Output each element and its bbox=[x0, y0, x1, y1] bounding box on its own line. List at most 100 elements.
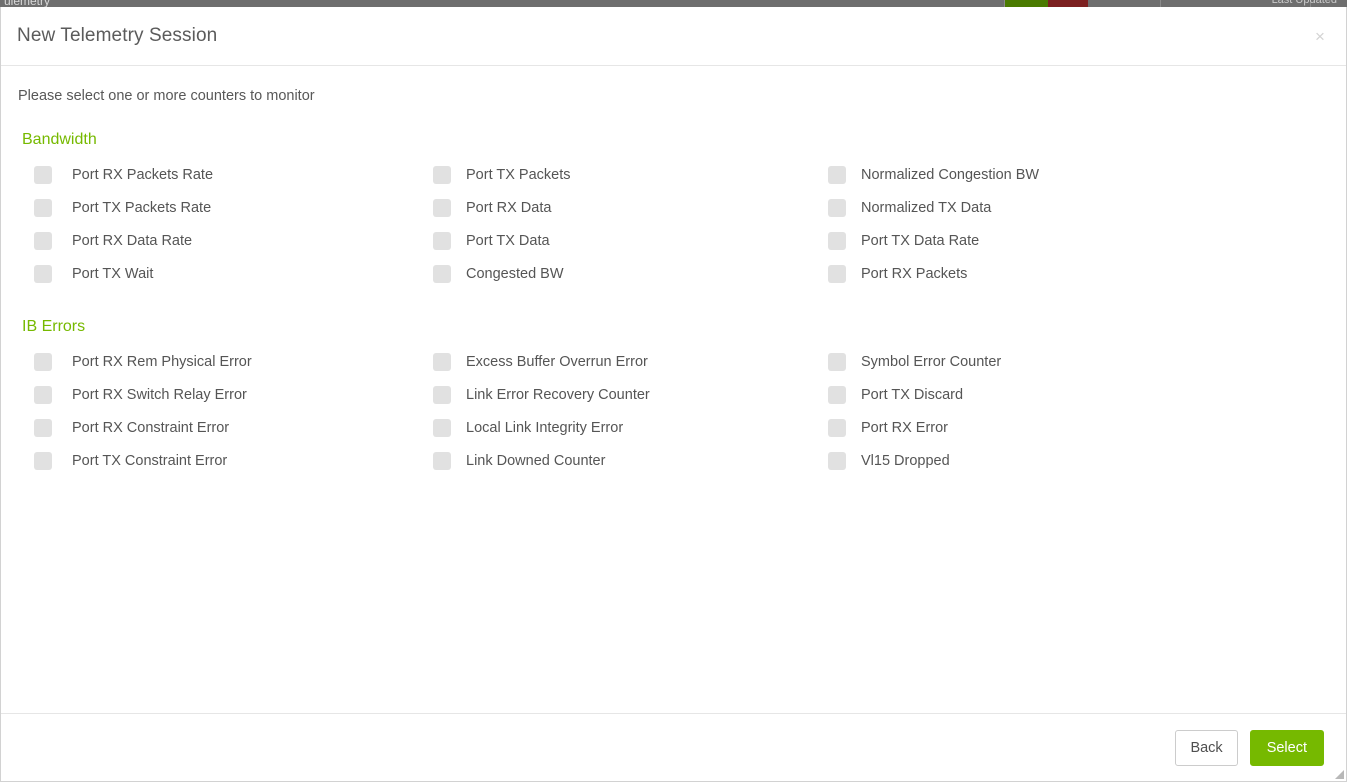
checkbox-icon[interactable] bbox=[34, 419, 52, 437]
counter-checkbox-item[interactable]: Port RX Switch Relay Error bbox=[17, 378, 421, 411]
dialog-header: New Telemetry Session × bbox=[1, 7, 1346, 66]
counter-section: IB ErrorsPort RX Rem Physical ErrorPort … bbox=[17, 318, 1330, 477]
counter-label: Port TX Data Rate bbox=[861, 233, 979, 249]
counter-column: Symbol Error Counter Port TX Discard Port … bbox=[816, 345, 1330, 477]
checkbox-icon[interactable] bbox=[828, 353, 846, 371]
checkbox-icon[interactable] bbox=[828, 419, 846, 437]
counter-label: Port RX Packets Rate bbox=[72, 167, 213, 183]
background-chart-bar-green bbox=[1004, 0, 1048, 7]
checkbox-icon[interactable] bbox=[828, 232, 846, 250]
checkbox-icon[interactable] bbox=[34, 386, 52, 404]
counter-section: Bandwidth Port RX Packets Rate Port TX Pac… bbox=[17, 131, 1330, 290]
counter-label: Excess Buffer Overrun Error bbox=[466, 354, 648, 370]
counter-checkbox-item[interactable]: Port TX Packets bbox=[421, 158, 816, 191]
checkbox-icon[interactable] bbox=[34, 232, 52, 250]
counter-checkbox-item[interactable]: Port RX Packets Rate bbox=[17, 158, 421, 191]
counter-grid: Port RX Rem Physical Error Port RX Switch… bbox=[17, 345, 1330, 477]
counter-label: Port TX Discard bbox=[861, 387, 963, 403]
counter-checkbox-item[interactable]: Port RX Rem Physical Error bbox=[17, 345, 421, 378]
checkbox-icon[interactable] bbox=[34, 166, 52, 184]
checkbox-icon[interactable] bbox=[828, 166, 846, 184]
counter-checkbox-item[interactable]: Port RX Packets bbox=[816, 257, 1330, 290]
counter-checkbox-item[interactable]: Port TX Data bbox=[421, 224, 816, 257]
counter-label: Port RX Error bbox=[861, 420, 948, 436]
counter-checkbox-item[interactable]: Port TX Wait bbox=[17, 257, 421, 290]
close-icon[interactable]: × bbox=[1309, 25, 1331, 47]
counter-column: Port TX Packets Port RX Data Port TX Data C… bbox=[421, 158, 816, 290]
checkbox-icon[interactable] bbox=[828, 199, 846, 217]
checkbox-icon[interactable] bbox=[34, 265, 52, 283]
checkbox-icon[interactable] bbox=[433, 353, 451, 371]
counter-checkbox-item[interactable]: Normalized TX Data bbox=[816, 191, 1330, 224]
checkbox-icon[interactable] bbox=[34, 353, 52, 371]
section-title: Bandwidth bbox=[17, 131, 1330, 149]
counter-label: Port TX Packets bbox=[466, 167, 571, 183]
counter-checkbox-item[interactable]: Port TX Packets Rate bbox=[17, 191, 421, 224]
counter-label: Port RX Constraint Error bbox=[72, 420, 229, 436]
checkbox-icon[interactable] bbox=[828, 386, 846, 404]
instruction-text: Please select one or more counters to mo… bbox=[17, 88, 1330, 104]
counter-grid: Port RX Packets Rate Port TX Packets Rate… bbox=[17, 158, 1330, 290]
checkbox-icon[interactable] bbox=[828, 452, 846, 470]
counter-column: Normalized Congestion BW Normalized TX Da… bbox=[816, 158, 1330, 290]
counter-label: Port RX Data Rate bbox=[72, 233, 192, 249]
new-telemetry-session-dialog: New Telemetry Session × Please select on… bbox=[0, 7, 1347, 782]
counter-checkbox-item[interactable]: Port RX Data bbox=[421, 191, 816, 224]
counter-checkbox-item[interactable]: Local Link Integrity Error bbox=[421, 411, 816, 444]
dialog-title: New Telemetry Session bbox=[1, 25, 217, 47]
checkbox-icon[interactable] bbox=[433, 419, 451, 437]
counter-checkbox-item[interactable]: Link Error Recovery Counter bbox=[421, 378, 816, 411]
counter-label: Port RX Switch Relay Error bbox=[72, 387, 247, 403]
select-button[interactable]: Select bbox=[1250, 730, 1324, 766]
checkbox-icon[interactable] bbox=[433, 452, 451, 470]
checkbox-icon[interactable] bbox=[433, 199, 451, 217]
background-right-label: Last Updated bbox=[1272, 0, 1337, 6]
checkbox-icon[interactable] bbox=[34, 452, 52, 470]
section-title: IB Errors bbox=[17, 318, 1330, 336]
background-left-label: ulemetry bbox=[4, 0, 50, 7]
counter-checkbox-item[interactable]: Normalized Congestion BW bbox=[816, 158, 1330, 191]
background-chart-bar-red bbox=[1048, 0, 1088, 7]
counter-label: Link Error Recovery Counter bbox=[466, 387, 650, 403]
back-button[interactable]: Back bbox=[1175, 730, 1237, 766]
counter-label: Port RX Rem Physical Error bbox=[72, 354, 252, 370]
counter-label: Normalized Congestion BW bbox=[861, 167, 1039, 183]
checkbox-icon[interactable] bbox=[828, 265, 846, 283]
counter-label: Port RX Packets bbox=[861, 266, 967, 282]
counter-label: Port TX Wait bbox=[72, 266, 153, 282]
checkbox-icon[interactable] bbox=[433, 232, 451, 250]
counter-label: Port TX Data bbox=[466, 233, 550, 249]
background-divider bbox=[1004, 0, 1005, 7]
counter-checkbox-item[interactable]: Symbol Error Counter bbox=[816, 345, 1330, 378]
counter-checkbox-item[interactable]: Port RX Constraint Error bbox=[17, 411, 421, 444]
counter-column: Excess Buffer Overrun Error Link Error Re… bbox=[421, 345, 816, 477]
counter-label: Symbol Error Counter bbox=[861, 354, 1001, 370]
dialog-body: Please select one or more counters to mo… bbox=[1, 66, 1346, 713]
counter-column: Port RX Rem Physical Error Port RX Switch… bbox=[17, 345, 421, 477]
counter-checkbox-item[interactable]: Vl15 Dropped bbox=[816, 444, 1330, 477]
checkbox-icon[interactable] bbox=[34, 199, 52, 217]
counter-checkbox-item[interactable]: Port TX Constraint Error bbox=[17, 444, 421, 477]
counter-label: Local Link Integrity Error bbox=[466, 420, 623, 436]
counter-checkbox-item[interactable]: Excess Buffer Overrun Error bbox=[421, 345, 816, 378]
counter-label: Vl15 Dropped bbox=[861, 453, 950, 469]
counter-label: Port RX Data bbox=[466, 200, 551, 216]
background-app-strip: ulemetry Last Updated bbox=[0, 0, 1347, 7]
counter-sections: Bandwidth Port RX Packets Rate Port TX Pac… bbox=[17, 131, 1330, 477]
resize-handle[interactable] bbox=[1333, 768, 1345, 780]
counter-label: Link Downed Counter bbox=[466, 453, 605, 469]
checkbox-icon[interactable] bbox=[433, 386, 451, 404]
checkbox-icon[interactable] bbox=[433, 265, 451, 283]
counter-checkbox-item[interactable]: Port TX Data Rate bbox=[816, 224, 1330, 257]
counter-label: Port TX Constraint Error bbox=[72, 453, 227, 469]
counter-checkbox-item[interactable]: Congested BW bbox=[421, 257, 816, 290]
counter-checkbox-item[interactable]: Port TX Discard bbox=[816, 378, 1330, 411]
counter-checkbox-item[interactable]: Port RX Error bbox=[816, 411, 1330, 444]
counter-label: Port TX Packets Rate bbox=[72, 200, 211, 216]
background-divider bbox=[1160, 0, 1161, 7]
counter-checkbox-item[interactable]: Port RX Data Rate bbox=[17, 224, 421, 257]
counter-checkbox-item[interactable]: Link Downed Counter bbox=[421, 444, 816, 477]
counter-label: Congested BW bbox=[466, 266, 564, 282]
counter-label: Normalized TX Data bbox=[861, 200, 991, 216]
checkbox-icon[interactable] bbox=[433, 166, 451, 184]
